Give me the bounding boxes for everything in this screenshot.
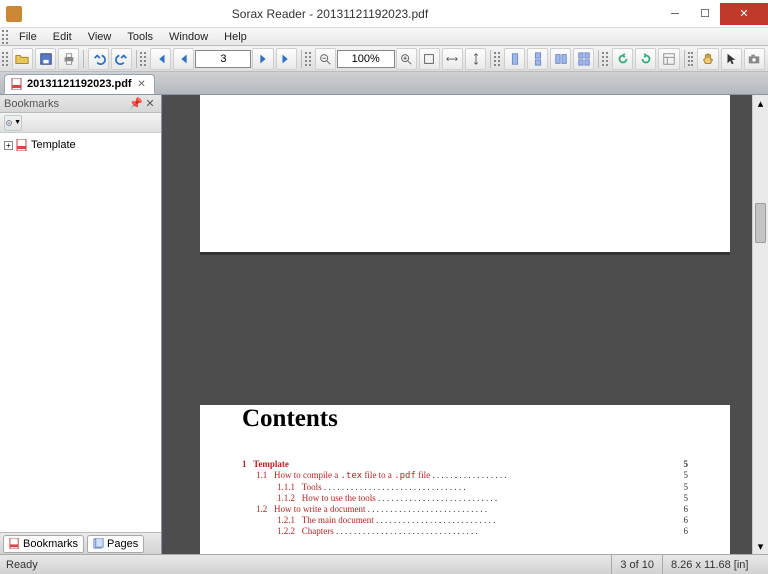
window-title: Sorax Reader - 20131121192023.pdf xyxy=(0,7,660,21)
panel-pin-button[interactable]: 📌 xyxy=(129,97,143,110)
expand-icon[interactable]: + xyxy=(4,141,13,150)
grip-icon xyxy=(602,52,608,66)
zoom-in-button[interactable] xyxy=(396,48,417,70)
tab-close-button[interactable]: ✕ xyxy=(136,79,148,90)
sidebar-tab-label: Bookmarks xyxy=(23,538,78,550)
last-page-button[interactable] xyxy=(276,48,297,70)
prev-page-button[interactable] xyxy=(173,48,194,70)
continuous-button[interactable] xyxy=(527,48,548,70)
page-canvas[interactable]: Contents 1 Template5 1.1 How to compile … xyxy=(162,95,752,554)
tabbar: 20131121192023.pdf ✕ xyxy=(0,72,768,94)
toolbar xyxy=(0,46,768,72)
select-tool-button[interactable] xyxy=(721,48,742,70)
menu-tools[interactable]: Tools xyxy=(119,30,161,44)
zoom-actual-button[interactable] xyxy=(419,48,440,70)
panel-close-button[interactable]: ✕ xyxy=(143,97,157,110)
bookmark-icon xyxy=(16,139,28,151)
contents-heading: Contents xyxy=(242,405,688,433)
scroll-up-button[interactable]: ▴ xyxy=(753,95,768,111)
viewer: Contents 1 Template5 1.1 How to compile … xyxy=(162,95,768,554)
grip-icon xyxy=(140,52,146,66)
fit-page-button[interactable] xyxy=(465,48,486,70)
menu-window[interactable]: Window xyxy=(161,30,216,44)
pages-icon xyxy=(93,538,104,549)
sidebar-tab-label: Pages xyxy=(107,538,138,550)
open-button[interactable] xyxy=(12,48,33,70)
zoom-input[interactable] xyxy=(337,50,395,68)
scrollbar-vertical[interactable]: ▴ ▾ xyxy=(752,95,768,554)
status-page: 3 of 10 xyxy=(611,555,662,574)
document-tab[interactable]: 20131121192023.pdf ✕ xyxy=(4,74,155,94)
status-text: Ready xyxy=(6,559,38,571)
hand-tool-button[interactable] xyxy=(697,48,718,70)
save-button[interactable] xyxy=(35,48,56,70)
single-page-button[interactable] xyxy=(504,48,525,70)
snapshot-tool-button[interactable] xyxy=(744,48,765,70)
rotate-cw-button[interactable] xyxy=(635,48,656,70)
facing-button[interactable] xyxy=(550,48,571,70)
undo-button[interactable] xyxy=(88,48,109,70)
rotate-ccw-button[interactable] xyxy=(612,48,633,70)
sidebar-tab-pages[interactable]: Pages xyxy=(87,535,144,553)
bookmark-tree: + Template xyxy=(0,133,161,532)
print-button[interactable] xyxy=(58,48,79,70)
fit-width-button[interactable] xyxy=(442,48,463,70)
zoom-out-button[interactable] xyxy=(315,48,336,70)
scroll-track[interactable] xyxy=(753,111,768,538)
layout-button[interactable] xyxy=(658,48,679,70)
window-titlebar: Sorax Reader - 20131121192023.pdf ─ ☐ ✕ xyxy=(0,0,768,28)
statusbar: Ready 3 of 10 8.26 x 11.68 [in] xyxy=(0,554,768,574)
scroll-thumb[interactable] xyxy=(755,203,766,243)
continuous-facing-button[interactable] xyxy=(573,48,594,70)
menubar: File Edit View Tools Window Help xyxy=(0,28,768,46)
pdf-page xyxy=(200,95,730,255)
menu-file[interactable]: File xyxy=(11,30,45,44)
pdf-icon xyxy=(11,78,23,90)
sidebar: Bookmarks 📌 ✕ ▼ + Template Bookmarks xyxy=(0,95,162,554)
bookmark-label: Template xyxy=(31,139,76,151)
grip-icon xyxy=(688,52,694,66)
menu-help[interactable]: Help xyxy=(216,30,255,44)
redo-button[interactable] xyxy=(111,48,132,70)
sidebar-tabs: Bookmarks Pages xyxy=(0,532,161,554)
panel-options-button[interactable]: ▼ xyxy=(4,115,22,131)
bookmark-icon xyxy=(9,538,20,549)
sidebar-tab-bookmarks[interactable]: Bookmarks xyxy=(3,535,84,553)
menu-edit[interactable]: Edit xyxy=(45,30,80,44)
grip-icon xyxy=(2,30,8,44)
next-page-button[interactable] xyxy=(252,48,273,70)
first-page-button[interactable] xyxy=(150,48,171,70)
panel-tools: ▼ xyxy=(0,113,161,133)
scroll-down-button[interactable]: ▾ xyxy=(753,538,768,554)
close-button[interactable]: ✕ xyxy=(720,3,768,25)
panel-title-label: Bookmarks xyxy=(4,98,59,110)
panel-title: Bookmarks 📌 ✕ xyxy=(0,95,161,113)
grip-icon xyxy=(494,52,500,66)
status-size: 8.26 x 11.68 [in] xyxy=(662,555,762,574)
bookmark-item[interactable]: + Template xyxy=(4,137,157,153)
grip-icon xyxy=(305,52,311,66)
minimize-button[interactable]: ─ xyxy=(660,3,690,25)
toc: 1 Template5 1.1 How to compile a .tex fi… xyxy=(242,458,688,536)
page-input[interactable] xyxy=(195,50,251,68)
grip-icon xyxy=(2,52,8,66)
pdf-page: Contents 1 Template5 1.1 How to compile … xyxy=(200,405,730,554)
menu-view[interactable]: View xyxy=(80,30,120,44)
tab-label: 20131121192023.pdf xyxy=(27,78,132,90)
maximize-button[interactable]: ☐ xyxy=(690,3,720,25)
